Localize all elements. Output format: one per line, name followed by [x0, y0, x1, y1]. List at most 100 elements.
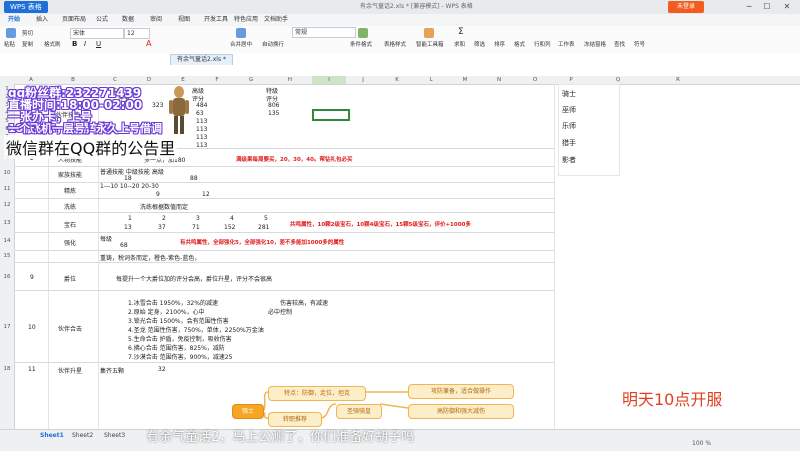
column-header[interactable]: E: [166, 76, 200, 84]
list-item[interactable]: 影者: [562, 155, 576, 165]
row-column-button[interactable]: 行和列: [534, 40, 551, 48]
column-header[interactable]: J: [346, 76, 380, 84]
symbol-button[interactable]: 符号: [634, 40, 645, 48]
paste-icon[interactable]: [6, 28, 16, 38]
cell[interactable]: 4: [230, 215, 234, 222]
column-header[interactable]: F: [200, 76, 234, 84]
mindmap-node[interactable]: 特点：防御，走位，坦克: [268, 386, 366, 401]
cell[interactable]: 伤害较高，有减速: [280, 298, 328, 307]
conditional-format-icon[interactable]: [358, 28, 368, 38]
cell[interactable]: 113: [196, 118, 207, 125]
tab-review[interactable]: 审阅: [150, 14, 162, 26]
format-painter-button[interactable]: 格式刷: [44, 40, 61, 48]
column-header[interactable]: M: [448, 76, 482, 84]
combo-item[interactable]: 4.圣龙 范围性伤害，750%，单体，2250%万金油: [128, 325, 264, 334]
cell[interactable]: 18: [124, 175, 132, 182]
cell[interactable]: 重铸，税词条而定，橙色-紫色-蓝色，: [100, 253, 200, 262]
column-header-selected[interactable]: I: [312, 76, 346, 84]
mindmap-node[interactable]: 转职推荐: [268, 412, 322, 427]
font-color-icon[interactable]: A: [146, 39, 151, 48]
cell[interactable]: 洗练: [64, 202, 76, 211]
mindmap-node[interactable]: 圣骑骑皇: [336, 404, 382, 419]
cell[interactable]: 37: [158, 224, 166, 231]
tab-doc-assistant[interactable]: 文档助手: [264, 14, 288, 26]
conditional-format-button[interactable]: 条件格式: [350, 40, 372, 48]
mindmap-node[interactable]: 高防御和强大减伤: [408, 404, 514, 419]
note-cell[interactable]: 满级果每周要买，20，30，40。帮钻礼包必买: [236, 155, 352, 163]
column-header[interactable]: O: [516, 76, 554, 84]
column-header[interactable]: K: [380, 76, 414, 84]
table-style-button[interactable]: 表格样式: [384, 40, 406, 48]
note-cell[interactable]: 有共鸣属性，全部强化5，全部强化10，差不多能加1000多的属性: [180, 238, 344, 246]
cell[interactable]: 13: [124, 224, 132, 231]
sheet-tab-3[interactable]: Sheet3: [104, 432, 125, 439]
login-button[interactable]: 未登录: [668, 1, 704, 13]
row-header[interactable]: 14: [0, 238, 14, 244]
combo-item[interactable]: 6.拂心合击 范围伤害，825%，减防: [128, 343, 225, 352]
tab-formula[interactable]: 公式: [96, 14, 108, 26]
tab-special[interactable]: 特色应用: [234, 14, 258, 26]
cell[interactable]: 伙伴升星: [58, 366, 82, 375]
cell[interactable]: 32: [158, 366, 166, 373]
wrap-text-button[interactable]: 自动换行: [262, 40, 284, 48]
cell[interactable]: 家族技能: [58, 170, 82, 179]
tab-insert[interactable]: 插入: [36, 14, 48, 26]
sheet-tab-1[interactable]: Sheet1: [40, 432, 64, 439]
italic-icon[interactable]: I: [84, 40, 86, 48]
column-header[interactable]: G: [234, 76, 268, 84]
underline-icon[interactable]: U: [96, 40, 101, 48]
row-number-cell[interactable]: 9: [30, 274, 34, 281]
tab-page-layout[interactable]: 页面布局: [62, 14, 86, 26]
font-name-select[interactable]: 宋体: [70, 28, 124, 39]
combo-item[interactable]: 5.生命合击 护盾，免疫控制，吸收伤害: [128, 334, 232, 343]
cell[interactable]: 135: [268, 110, 279, 117]
cell[interactable]: 71: [192, 224, 200, 231]
font-size-select[interactable]: 12: [124, 28, 150, 39]
cell[interactable]: 152: [224, 224, 235, 231]
cell[interactable]: 洗练根据数值而定: [140, 202, 188, 211]
column-header[interactable]: R: [648, 76, 708, 84]
cell[interactable]: 63: [196, 110, 204, 117]
mindmap-root[interactable]: 骑士: [232, 404, 264, 419]
tab-view[interactable]: 视图: [178, 14, 190, 26]
sort-button[interactable]: 排序: [494, 40, 505, 48]
cell[interactable]: 伙伴合击: [58, 324, 82, 333]
row-number-cell[interactable]: 10: [28, 324, 36, 331]
close-icon[interactable]: ✕: [780, 0, 794, 14]
tab-developer[interactable]: 开发工具: [204, 14, 228, 26]
sum-icon[interactable]: Σ: [458, 27, 464, 37]
combo-item[interactable]: 7.沙漠合击 范围伤害，900%，减速25: [128, 352, 232, 361]
row-header[interactable]: 12: [0, 202, 14, 208]
cell[interactable]: 2: [162, 215, 166, 222]
column-header[interactable]: D: [132, 76, 166, 84]
format-button[interactable]: 格式: [514, 40, 525, 48]
column-header[interactable]: H: [268, 76, 312, 84]
freeze-panes-button[interactable]: 冻结窗格: [584, 40, 606, 48]
app-menu-tab[interactable]: WPS 表格: [4, 1, 48, 13]
worksheet-button[interactable]: 工作表: [558, 40, 575, 48]
copy-button[interactable]: 复制: [22, 40, 33, 48]
row-header[interactable]: 16: [0, 274, 14, 280]
sheet-tab-2[interactable]: Sheet2: [72, 432, 93, 439]
column-header[interactable]: A: [14, 76, 48, 84]
cell[interactable]: 强化: [64, 238, 76, 247]
cell[interactable]: 281: [258, 224, 269, 231]
minimize-icon[interactable]: ─: [742, 0, 756, 14]
cell[interactable]: 必中控制: [268, 307, 292, 316]
column-header[interactable]: N: [482, 76, 516, 84]
cut-button[interactable]: 剪切: [22, 29, 33, 37]
cell[interactable]: 爵位: [64, 274, 76, 283]
paste-button[interactable]: 粘贴: [4, 40, 15, 48]
cell[interactable]: 9: [156, 191, 160, 198]
combo-item[interactable]: 1.冰雪合击 1950%，32%的减速: [128, 298, 218, 307]
cell[interactable]: 精炼: [64, 186, 76, 195]
cell[interactable]: 1: [128, 215, 132, 222]
note-cell[interactable]: 共鸣属性，10颗2级宝石，10颗4级宝石，15颗5级宝石，评价+1000多: [290, 220, 471, 228]
cell[interactable]: 宝石: [64, 220, 76, 229]
merge-center-button[interactable]: 合并居中: [230, 40, 252, 48]
column-header[interactable]: C: [98, 76, 132, 84]
cell[interactable]: 每级: [100, 234, 112, 243]
selected-cell[interactable]: [312, 109, 350, 121]
list-item[interactable]: 巫师: [562, 105, 576, 115]
bold-icon[interactable]: B: [72, 40, 77, 48]
